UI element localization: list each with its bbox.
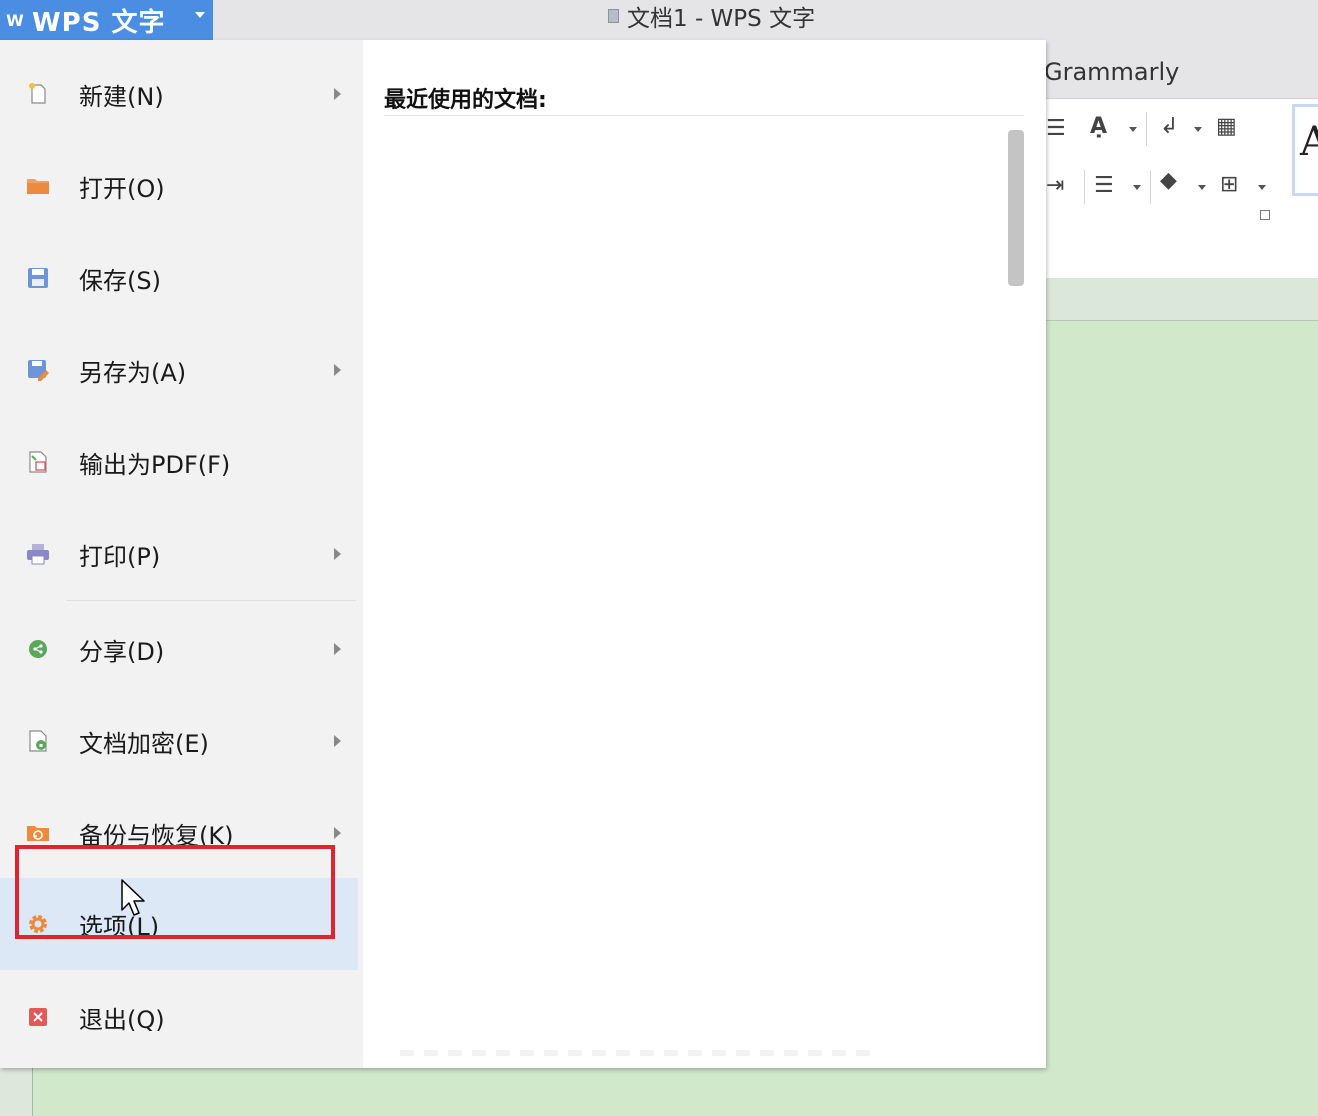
chevron-right-icon — [334, 88, 341, 100]
recent-footer-hint — [400, 1050, 880, 1056]
backup-restore-icon — [27, 826, 49, 841]
separator — [1150, 170, 1151, 204]
new-document-icon — [29, 83, 46, 104]
recent-documents-title: 最近使用的文档: — [384, 88, 547, 113]
menu-item-save-as[interactable]: 另存为(A) — [0, 330, 358, 410]
menu-item-label: 文档加密(E) — [79, 729, 209, 758]
table-icon[interactable]: ▦ — [1216, 114, 1237, 140]
document-icon — [608, 9, 619, 23]
menu-item-label: 打开(O) — [79, 174, 165, 203]
chevron-down-icon[interactable] — [1198, 185, 1206, 190]
menu-item-share[interactable]: 分享(D) — [0, 609, 358, 689]
menu-item-label: 保存(S) — [79, 266, 161, 295]
window-title-text: 文档1 - WPS 文字 — [627, 6, 816, 32]
tab-grammarly[interactable]: Grammarly — [1044, 58, 1179, 86]
save-as-icon — [28, 360, 49, 381]
menu-item-label: 新建(N) — [79, 82, 164, 111]
menu-item-label: 分享(D) — [79, 637, 165, 666]
menu-item-print[interactable]: 打印(P) — [0, 514, 358, 594]
menu-item-save[interactable]: 保存(S) — [0, 238, 358, 318]
chevron-down-icon[interactable] — [1133, 185, 1141, 190]
printer-icon — [27, 544, 49, 565]
scrollbar-thumb[interactable] — [1008, 130, 1024, 286]
ruler-strip — [1046, 278, 1318, 321]
chevron-right-icon — [334, 364, 341, 376]
menu-item-exit[interactable]: 退出(Q) — [0, 977, 358, 1057]
annotation-highlight — [15, 845, 335, 939]
distribute-icon[interactable]: ⇥ — [1046, 173, 1064, 199]
share-icon — [29, 640, 47, 658]
shading-icon[interactable]: ◆ — [1160, 168, 1177, 194]
recent-scrollbar[interactable] — [1008, 130, 1024, 1060]
menu-item-export-pdf[interactable]: 输出为PDF(F) — [0, 422, 358, 502]
chevron-right-icon — [334, 827, 341, 839]
dialog-launcher-icon[interactable] — [1260, 210, 1270, 220]
separator — [1084, 170, 1085, 204]
menu-item-label: 退出(Q) — [79, 1005, 165, 1034]
menu-item-label: 另存为(A) — [79, 358, 187, 387]
chevron-down-icon[interactable] — [1258, 185, 1266, 190]
chevron-right-icon — [334, 548, 341, 560]
chevron-right-icon — [334, 735, 341, 747]
document-encrypt-icon — [29, 730, 47, 752]
border-icon[interactable]: ⊞ — [1220, 172, 1238, 198]
menu-divider — [66, 600, 356, 601]
menu-item-new[interactable]: 新建(N) — [0, 54, 358, 134]
window-title: 文档1 - WPS 文字 — [608, 2, 816, 32]
wps-menu-label: WPS 文字 — [32, 7, 166, 38]
title-bar: W WPS 文字 文档1 - WPS 文字 — [0, 0, 1318, 40]
chevron-right-icon — [334, 643, 341, 655]
exit-icon — [29, 1008, 47, 1026]
chevron-down-icon[interactable] — [1194, 127, 1202, 132]
menu-item-label: 打印(P) — [79, 542, 161, 571]
menu-item-encrypt[interactable]: 文档加密(E) — [0, 701, 358, 781]
style-preview[interactable]: A — [1292, 104, 1318, 196]
page-margin — [0, 1068, 33, 1116]
save-icon — [28, 268, 48, 288]
wps-menu-button[interactable]: W WPS 文字 — [0, 0, 213, 40]
mouse-cursor-icon — [121, 879, 145, 916]
chevron-down-icon[interactable] — [1129, 127, 1137, 132]
chevron-down-icon — [195, 12, 205, 18]
wps-logo-icon: W — [6, 10, 24, 30]
indent-increase-icon[interactable]: ☰ — [1046, 116, 1066, 142]
line-spacing-icon[interactable]: ☰ — [1094, 173, 1114, 199]
menu-item-label: 输出为PDF(F) — [79, 450, 231, 479]
export-pdf-icon — [29, 451, 47, 473]
menu-item-open[interactable]: 打开(O) — [0, 146, 358, 226]
open-folder-icon — [27, 179, 49, 194]
ribbon-toolbar — [1046, 98, 1318, 279]
recent-documents-divider — [384, 115, 1024, 116]
paragraph-marks-icon[interactable]: ↲ — [1160, 114, 1178, 140]
font-grow-icon[interactable]: Ạ — [1090, 114, 1107, 140]
separator — [1146, 112, 1147, 146]
